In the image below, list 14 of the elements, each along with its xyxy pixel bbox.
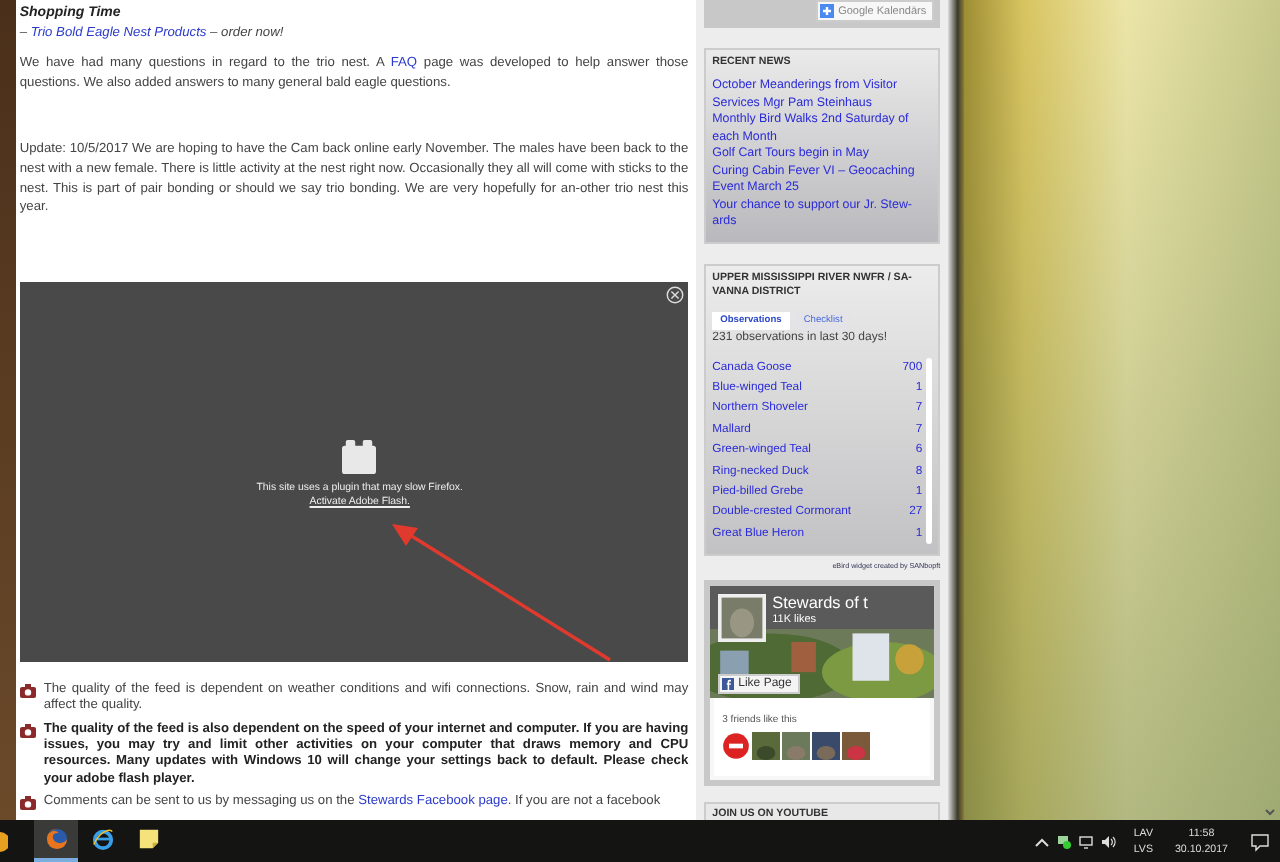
- sticky-note-icon: [137, 828, 159, 850]
- speaker-icon[interactable]: [1099, 833, 1116, 849]
- network-icon[interactable]: [1055, 833, 1072, 849]
- close-icon[interactable]: [666, 285, 685, 304]
- monitor-icon[interactable]: [1077, 833, 1094, 849]
- plugin-icon: [340, 439, 379, 474]
- plus-icon: [820, 4, 835, 18]
- chevron-up-icon[interactable]: [1033, 833, 1050, 849]
- browser-icon: [45, 828, 67, 850]
- notification-icon[interactable]: [1250, 831, 1270, 851]
- scrollbar[interactable]: [926, 357, 933, 545]
- browser-icon: [91, 828, 113, 850]
- scroll-down-icon[interactable]: [1264, 808, 1276, 816]
- app-icon[interactable]: [0, 831, 8, 851]
